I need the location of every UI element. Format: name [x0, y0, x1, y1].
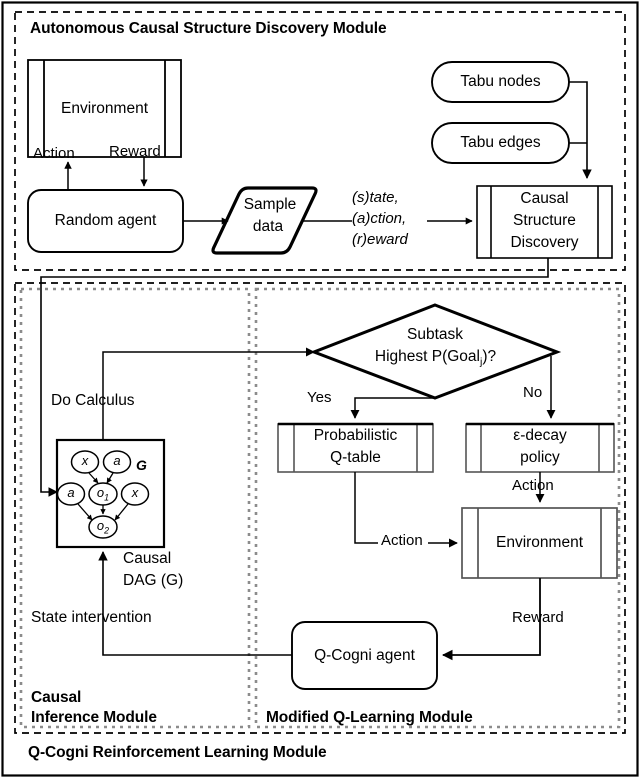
csd-label-line1: Causal [520, 190, 569, 207]
connector-tabu-nodes-to-csd [569, 81, 592, 179]
dag-node-label-a-top: a [113, 453, 121, 468]
q-learning-module-title: Modified Q-Learning Module [266, 709, 473, 726]
dag-node-label-o2: o2 [96, 518, 110, 536]
sar-label-line3: (r)eward [352, 231, 408, 248]
sample-data-label-line1: Sample [243, 196, 297, 213]
figure-canvas: Autonomous Causal Structure Discovery Mo… [0, 0, 640, 778]
policy-action-edge-label: Action [512, 477, 554, 494]
tabu-nodes-label: Tabu nodes [460, 73, 541, 91]
sar-label-line2: (a)ction, [352, 210, 407, 227]
dag-node-label-x-top: x [81, 453, 89, 468]
causal-inference-module-title-line1: Causal [31, 689, 82, 706]
top-module-title: Autonomous Causal Structure Discovery Mo… [30, 20, 387, 37]
prob-qtable-label-line1: Probabilistic [313, 427, 398, 444]
random-agent-label: Random agent [54, 212, 157, 230]
top-action-edge-label: Action [33, 145, 75, 162]
dag-node-label-o1: o1 [96, 485, 110, 503]
outer-module-title: Q-Cogni Reinforcement Learning Module [28, 744, 327, 761]
tabu-edges-label: Tabu edges [460, 134, 541, 152]
dag-node-label-x-mid: x [131, 485, 139, 500]
dag-graph-label: G [136, 457, 147, 473]
epsilon-policy-label-line2: policy [520, 449, 560, 466]
decision-label-line2: Highest P(Goalj)? [374, 348, 497, 369]
csd-label-line2: Structure [513, 212, 576, 229]
csd-label-line3: Discovery [510, 234, 579, 251]
state-intervention-label: State intervention [31, 609, 152, 626]
connector-qtable-to-environment [354, 472, 378, 544]
dag-caption-line1: Causal [123, 550, 172, 567]
prob-qtable-label-line2: Q-table [330, 449, 381, 466]
do-calculus-label: Do Calculus [51, 392, 135, 409]
connector-state-intervention [98, 551, 292, 656]
sar-label-line1: (s)tate, [352, 189, 399, 206]
epsilon-policy-label-line1: ε-decay [513, 427, 567, 444]
sample-data-label-line2: data [252, 218, 284, 235]
qtable-action-edge-label: Action [381, 532, 423, 549]
q-cogni-agent-label: Q-Cogni agent [314, 646, 415, 664]
top-reward-edge-label: Reward [109, 143, 161, 160]
branch-no-label: No [523, 384, 543, 401]
dag-caption-line2: DAG (G) [123, 572, 184, 589]
dag-node-label-a-mid: a [67, 485, 75, 500]
branch-yes-label: Yes [307, 389, 332, 406]
causal-inference-module-title-line2: Inference Module [31, 709, 157, 726]
connector-yes-branch [350, 397, 435, 419]
reward-edge-label: Reward [512, 609, 564, 626]
decision-label-line1: Subtask [406, 326, 463, 343]
lower-environment-label: Environment [495, 534, 583, 552]
